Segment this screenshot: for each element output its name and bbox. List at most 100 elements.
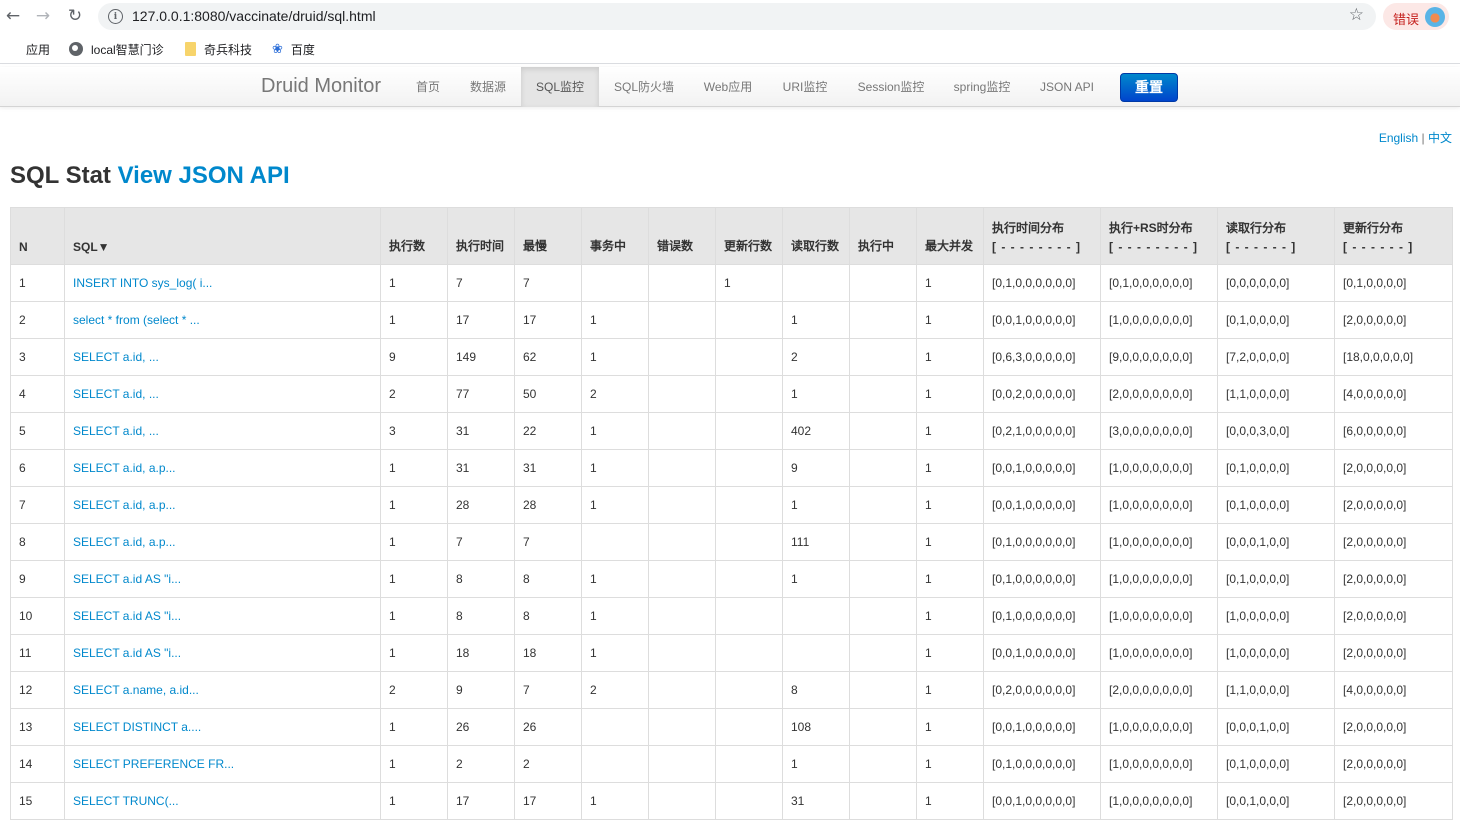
sql-detail-link[interactable]: SELECT PREFERENCE FR...: [73, 757, 234, 771]
sql-detail-link[interactable]: SELECT a.id, a.p...: [73, 535, 176, 549]
table-cell: [1,0,0,0,0,0,0,0]: [1100, 449, 1218, 487]
sql-detail-link[interactable]: SELECT a.id, ...: [73, 350, 159, 364]
table-cell: [648, 449, 716, 487]
table-cell: [648, 375, 716, 413]
table-cell: [715, 671, 783, 709]
nav-item-session-monitor[interactable]: Session监控: [848, 67, 934, 107]
nav-item-home[interactable]: 首页: [404, 67, 452, 107]
nav-item-uri-monitor[interactable]: URI监控: [772, 67, 838, 107]
table-cell: [648, 523, 716, 561]
bookmark-qibing[interactable]: 奇兵科技: [185, 40, 252, 58]
sql-detail-link[interactable]: SELECT DISTINCT a....: [73, 720, 201, 734]
column-header[interactable]: 读取行数: [782, 207, 850, 265]
table-cell: [715, 745, 783, 783]
nav-item-sql-monitor[interactable]: SQL监控: [521, 67, 599, 107]
sql-detail-link[interactable]: INSERT INTO sys_log( i...: [73, 276, 212, 290]
table-cell: 2: [380, 671, 448, 709]
column-header[interactable]: 事务中: [581, 207, 649, 265]
nav-item-datasource[interactable]: 数据源: [458, 67, 518, 107]
sql-detail-link[interactable]: SELECT a.id, a.p...: [73, 461, 176, 475]
table-cell: [0,0,1,0,0,0]: [1217, 782, 1335, 820]
lang-english-link[interactable]: English: [1379, 131, 1418, 145]
column-header-label: 读取行分布: [1226, 221, 1287, 235]
column-header[interactable]: 更新行数: [715, 207, 783, 265]
column-header-label: 更新行分布: [1343, 221, 1404, 235]
reload-icon[interactable]: ↻: [65, 6, 85, 26]
bookmark-apps[interactable]: 应用: [5, 40, 50, 58]
table-cell: [0,1,0,0,0,0,0,0]: [983, 560, 1101, 598]
column-header[interactable]: 错误数: [648, 207, 716, 265]
column-header-label: 执行中: [858, 239, 895, 253]
table-cell: 108: [782, 708, 850, 746]
table-cell: 31: [447, 449, 515, 487]
column-header[interactable]: 最慢: [514, 207, 582, 265]
info-icon[interactable]: i: [108, 9, 123, 24]
table-cell: [648, 301, 716, 339]
table-cell: 7: [514, 523, 582, 561]
table-row: 2 select * from (select * ... 1 17 17 1 1 1 [0,0…: [10, 301, 1453, 339]
table-cell: 26: [514, 708, 582, 746]
table-cell: [2,0,0,0,0,0]: [1334, 560, 1453, 598]
column-header-label: 最慢: [523, 239, 548, 253]
table-cell: [715, 597, 783, 635]
nav-item-sql-firewall[interactable]: SQL防火墙: [603, 67, 685, 107]
column-header[interactable]: 更新行分布 [ - - - - - - ]: [1334, 207, 1453, 265]
column-header[interactable]: 执行时间: [447, 207, 515, 265]
table-cell: 1: [380, 708, 448, 746]
forward-arrow-icon[interactable]: →: [33, 6, 53, 26]
address-bar[interactable]: i 127.0.0.1:8080/vaccinate/druid/sql.htm…: [98, 3, 1376, 30]
table-cell: [3,0,0,0,0,0,0,0]: [1100, 412, 1218, 450]
sql-detail-link[interactable]: SELECT a.id AS "i...: [73, 609, 181, 623]
table-cell: 1: [916, 560, 984, 598]
table-cell: 8: [514, 597, 582, 635]
brand-title[interactable]: Druid Monitor: [261, 75, 381, 98]
table-cell: [715, 782, 783, 820]
back-arrow-icon[interactable]: ←: [3, 6, 23, 26]
column-header[interactable]: 执行数: [380, 207, 448, 265]
table-cell: 5: [10, 412, 65, 450]
lang-separator: |: [1418, 131, 1428, 145]
sql-detail-link[interactable]: SELECT a.id, ...: [73, 387, 159, 401]
sql-detail-link[interactable]: SELECT a.id AS "i...: [73, 646, 181, 660]
folder-icon: [185, 42, 196, 56]
table-cell: SELECT a.id, a.p...: [64, 486, 381, 524]
table-cell: 26: [447, 708, 515, 746]
table-cell: [2,0,0,0,0,0]: [1334, 782, 1453, 820]
sql-detail-link[interactable]: SELECT a.name, a.id...: [73, 683, 199, 697]
reset-button[interactable]: 重置: [1120, 73, 1178, 102]
column-header[interactable]: N: [10, 207, 65, 265]
table-cell: 9: [10, 560, 65, 598]
table-cell: 8: [10, 523, 65, 561]
column-header[interactable]: 执行+RS时分布 [ - - - - - - - - ]: [1100, 207, 1218, 265]
column-header[interactable]: 执行中: [849, 207, 917, 265]
lang-chinese-link[interactable]: 中文: [1428, 131, 1452, 145]
table-cell: 1: [581, 338, 649, 376]
table-cell: [849, 301, 917, 339]
column-header[interactable]: 最大并发: [916, 207, 984, 265]
nav-item-spring-monitor[interactable]: spring监控: [944, 67, 1020, 107]
sql-detail-link[interactable]: SELECT a.id, ...: [73, 424, 159, 438]
table-cell: [849, 671, 917, 709]
nav-item-json-api[interactable]: JSON API: [1030, 67, 1104, 107]
sql-detail-link[interactable]: select * from (select * ...: [73, 313, 200, 327]
table-cell: [1,0,0,0,0,0,0,0]: [1100, 708, 1218, 746]
column-header[interactable]: SQL▼: [64, 207, 381, 265]
sql-detail-link[interactable]: SELECT a.id AS "i...: [73, 572, 181, 586]
star-icon[interactable]: ☆: [1349, 5, 1364, 25]
table-cell: 1: [581, 782, 649, 820]
bookmark-local[interactable]: local智慧门诊: [69, 40, 164, 58]
bookmark-baidu[interactable]: ❀ 百度: [272, 40, 315, 58]
column-header-label: 错误数: [657, 239, 694, 253]
view-json-api-link[interactable]: View JSON API: [118, 162, 290, 189]
table-cell: 3: [10, 338, 65, 376]
url-text[interactable]: 127.0.0.1:8080/vaccinate/druid/sql.html: [132, 8, 376, 24]
column-header[interactable]: 执行时间分布 [ - - - - - - - - ]: [983, 207, 1101, 265]
sql-detail-link[interactable]: SELECT TRUNC(...: [73, 794, 179, 808]
profile-error-chip[interactable]: 错误: [1383, 3, 1449, 30]
table-cell: [4,0,0,0,0,0]: [1334, 375, 1453, 413]
table-cell: [0,0,0,0,0,0]: [1217, 264, 1335, 302]
sql-detail-link[interactable]: SELECT a.id, a.p...: [73, 498, 176, 512]
column-header[interactable]: 读取行分布 [ - - - - - - ]: [1217, 207, 1335, 265]
nav-item-web-app[interactable]: Web应用: [693, 67, 763, 107]
table-cell: 2: [10, 301, 65, 339]
